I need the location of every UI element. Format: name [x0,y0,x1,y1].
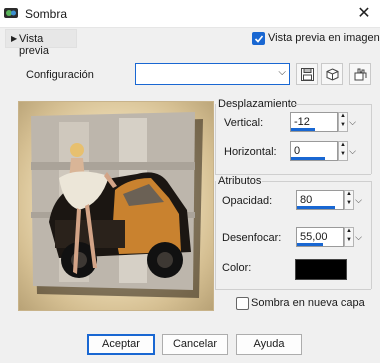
color-label: Color: [222,262,252,274]
horizontal-level-bar [291,157,325,160]
preview-toggle[interactable]: ▶ Vista previa [5,29,77,57]
group-divider [262,181,371,182]
blur-level-bar [297,243,323,246]
chevron-down-icon: ⌵ [278,67,286,78]
preview-toggle-label: Vista previa [19,33,49,57]
blur-stepper[interactable]: ▲ ▼ [344,227,354,247]
group-divider [215,289,371,290]
expand-arrow-icon: ▶ [11,34,18,43]
group-divider [215,104,216,174]
hand-icon [354,68,367,81]
close-icon[interactable]: ✕ [354,4,374,24]
shadow-new-layer-label[interactable]: Sombra en nueva capa [251,297,365,309]
opacity-value: 80 [300,194,313,206]
group-divider [293,104,371,105]
chevron-down-icon[interactable]: ⌵ [348,112,357,132]
horizontal-stepper[interactable]: ▲ ▼ [338,141,348,161]
vertical-label: Vertical: [224,117,264,129]
live-preview-label[interactable]: Vista previa en imagen [268,32,380,44]
opacity-level-bar [297,206,335,209]
horizontal-label: Horizontal: [224,146,277,158]
group-divider [371,104,372,174]
reset-button[interactable] [321,63,343,85]
opacity-stepper[interactable]: ▲ ▼ [344,190,354,210]
attributes-group-title: Atributos [218,175,262,187]
blur-value: 55,00 [300,231,328,243]
shadow-new-layer-checkbox[interactable] [236,297,249,310]
horizontal-value: 0 [294,145,301,157]
window-title: Sombra [25,7,68,21]
chevron-down-icon[interactable]: ⌵ [348,141,357,161]
config-select[interactable]: ⌵ [135,63,290,85]
group-divider [371,181,372,289]
blur-input[interactable]: 55,00 [296,227,344,247]
cube-icon [326,68,339,81]
cancel-button[interactable]: Cancelar [162,334,228,355]
vertical-stepper[interactable]: ▲ ▼ [338,112,348,132]
check-icon [254,35,264,43]
displacement-group-title: Desplazamiento [218,98,297,110]
opacity-input[interactable]: 80 [296,190,344,210]
horizontal-input[interactable]: 0 [290,141,338,161]
live-preview-checkbox[interactable] [252,32,265,45]
config-label: Configuración [26,69,94,81]
group-divider [215,181,216,289]
vertical-input[interactable]: -12 [290,112,338,132]
preview-image [31,112,203,298]
ok-button[interactable]: Aceptar [87,334,155,355]
vertical-value: -12 [294,116,310,128]
title-bar: Sombra ✕ [0,0,380,28]
shadow-color-swatch[interactable] [295,259,347,280]
app-icon [4,8,18,18]
preview-canvas[interactable] [18,101,214,311]
floppy-icon [301,68,314,81]
help-button[interactable]: Ayuda [236,334,302,355]
chevron-down-icon[interactable]: ⌵ [354,190,363,210]
blur-label: Desenfocar: [222,232,282,244]
preset-manager-button[interactable] [349,63,371,85]
save-preset-button[interactable] [296,63,318,85]
chevron-down-icon[interactable]: ⌵ [354,227,363,247]
vertical-level-bar [291,128,315,131]
opacity-label: Opacidad: [222,195,273,207]
